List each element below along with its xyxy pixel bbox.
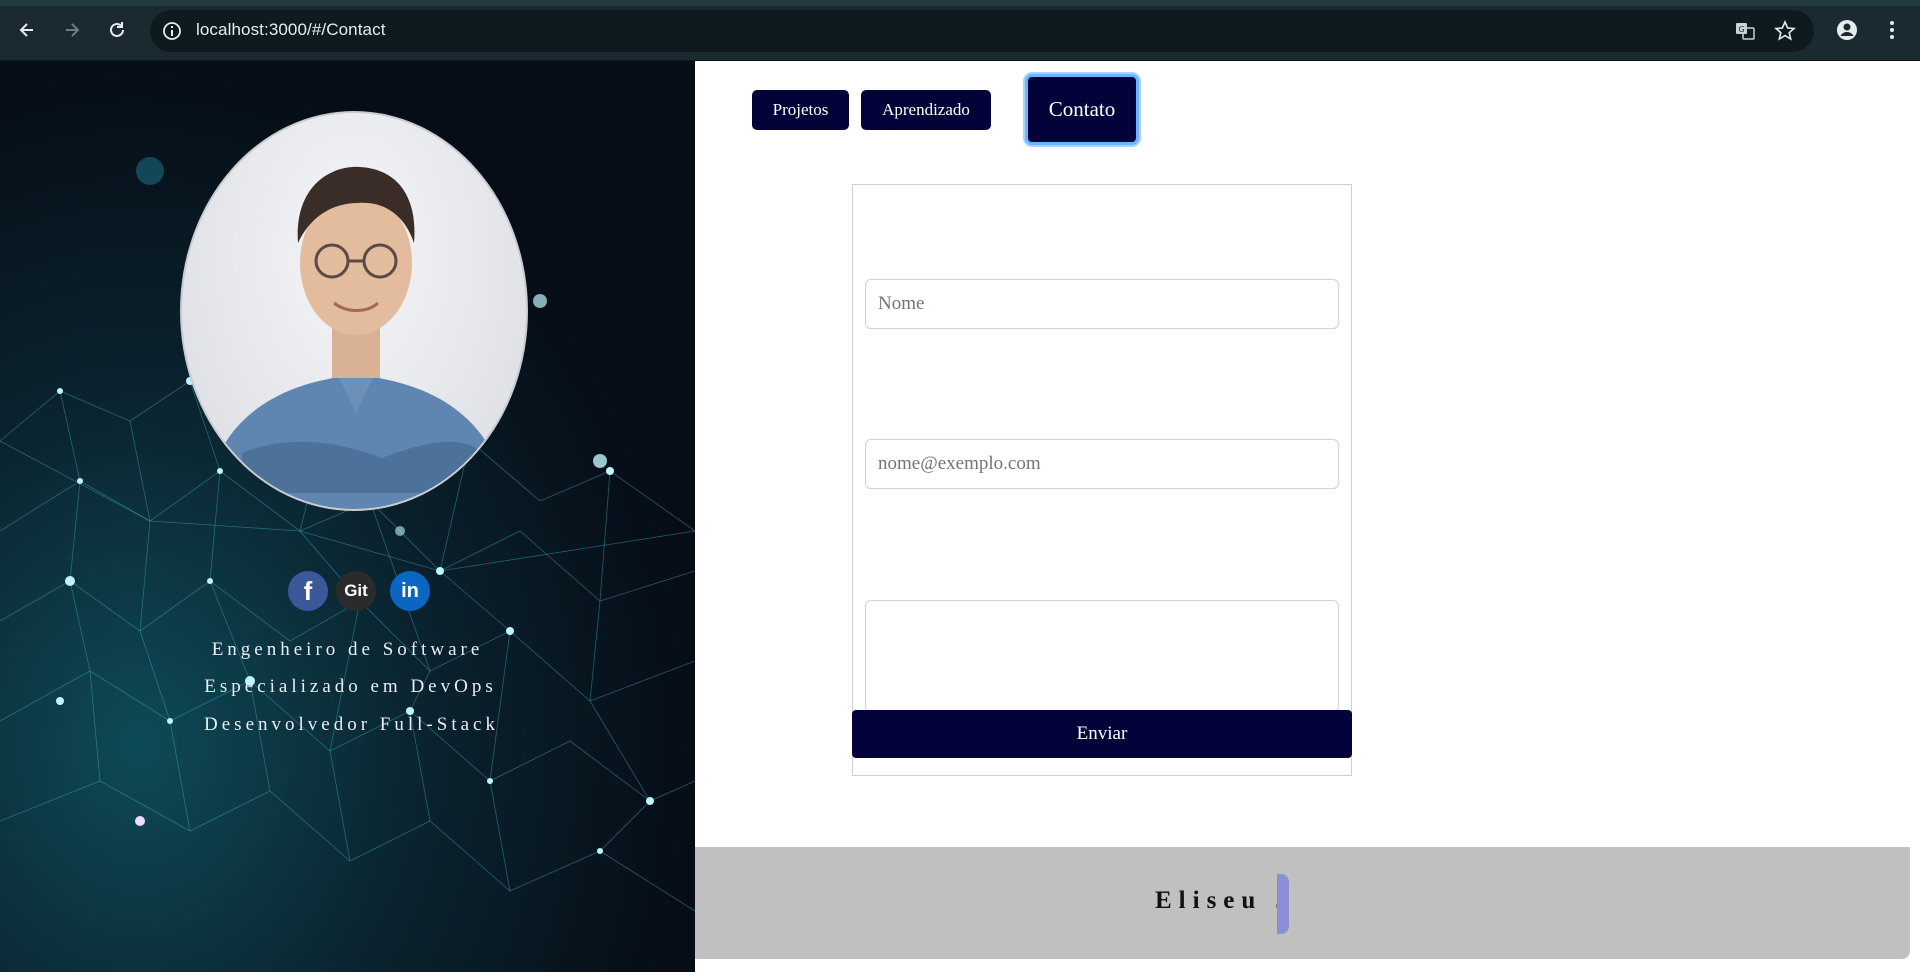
footer-author-name: Eliseu J	[1155, 887, 1287, 914]
profile-button[interactable]	[1831, 14, 1863, 46]
facebook-link[interactable]: f	[288, 571, 328, 611]
submit-button[interactable]: Enviar	[852, 710, 1352, 758]
tab-strip	[0, 0, 1920, 6]
facebook-icon: f	[303, 575, 313, 606]
kebab-menu-icon	[1890, 21, 1894, 39]
translate-icon[interactable]: G	[1734, 20, 1756, 42]
back-button[interactable]	[11, 14, 43, 46]
profile-photo	[180, 111, 528, 511]
linkedin-icon: in	[401, 579, 419, 602]
email-input[interactable]	[865, 439, 1339, 489]
git-icon: Git	[344, 581, 368, 600]
arrow-left-icon	[19, 23, 33, 37]
typing-cursor	[1277, 874, 1289, 934]
profile-sidebar: f Git in Engenheiro de Software Especial…	[0, 61, 695, 972]
address-bar[interactable]: localhost:3000/#/Contact G	[150, 10, 1814, 52]
reload-icon	[110, 22, 124, 37]
message-textarea[interactable]	[865, 600, 1339, 712]
info-icon[interactable]	[162, 21, 182, 41]
tagline-specialty: Especializado em DevOps	[204, 676, 497, 697]
svg-text:G: G	[1739, 25, 1745, 34]
tagline-role: Engenheiro de Software	[211, 639, 484, 660]
linkedin-link[interactable]: in	[390, 571, 430, 611]
forward-button[interactable]	[56, 14, 88, 46]
tagline-fullstack: Desenvolvedor Full-Stack	[204, 714, 499, 735]
browser-toolbar: localhost:3000/#/Contact G	[0, 0, 1920, 61]
footer: Eliseu J	[695, 847, 1910, 959]
url-text[interactable]: localhost:3000/#/Contact	[196, 20, 386, 40]
menu-button[interactable]	[1876, 14, 1908, 46]
arrow-right-icon	[66, 23, 80, 37]
tab-contato[interactable]: Contato	[1025, 74, 1139, 145]
person-icon	[1837, 20, 1857, 40]
git-link[interactable]: Git	[336, 571, 376, 611]
person-portrait-image	[202, 166, 510, 509]
name-input[interactable]	[865, 279, 1339, 329]
star-icon[interactable]	[1774, 20, 1796, 42]
page-edge	[1910, 61, 1920, 972]
tab-aprendizado[interactable]: Aprendizado	[861, 90, 991, 130]
reload-button[interactable]	[101, 14, 133, 46]
tab-projetos[interactable]: Projetos	[752, 90, 849, 130]
